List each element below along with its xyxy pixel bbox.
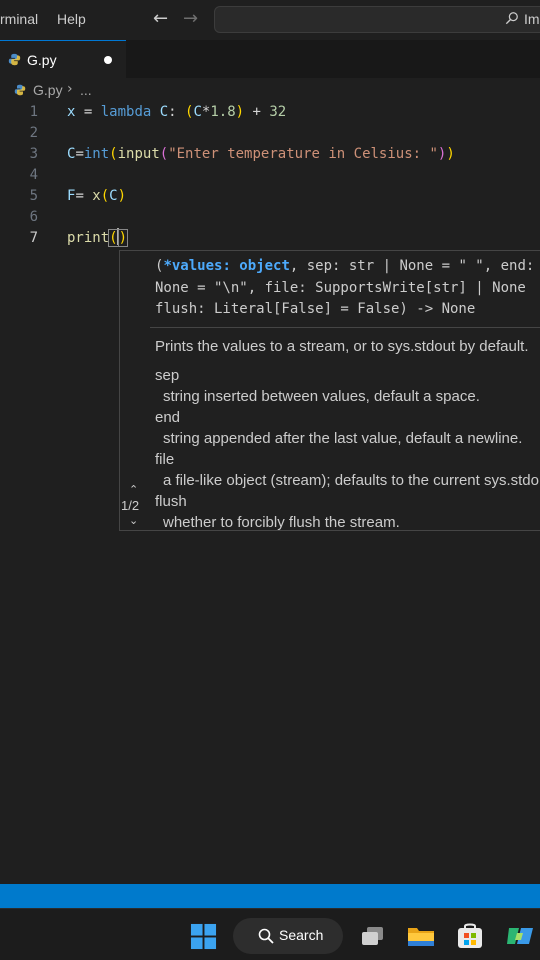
python-file-icon	[14, 84, 26, 96]
tab-bar: G.py	[0, 40, 540, 78]
param-name: sep	[155, 367, 180, 384]
param-name: file	[155, 451, 175, 468]
line-number: 3	[29, 146, 38, 162]
parameter-hint-popup: ⌃ 1/2 ⌄ (*values: object, sep: str | Non…	[119, 250, 540, 531]
code-line[interactable]: 6	[0, 207, 540, 228]
documentation: Prints the values to a stream, or to sys…	[155, 336, 540, 531]
breadcrumb-file[interactable]: G.py	[33, 82, 63, 98]
taskbar: Search	[0, 908, 540, 960]
code-line[interactable]: 1 x = lambda C: (C*1.8) + 32	[0, 102, 540, 123]
signature-line-3: flush: Literal[False] = False) -> None	[155, 301, 476, 317]
line-number: 6	[29, 209, 38, 225]
command-center-search[interactable]: Im	[214, 6, 540, 33]
param-desc: a file-like object (stream); defaults to…	[163, 472, 539, 489]
tab-label: G.py	[27, 52, 57, 68]
chevron-right-icon: ›	[67, 81, 73, 97]
code-line[interactable]: 4	[0, 165, 540, 186]
copilot-icon[interactable]	[505, 922, 535, 950]
forward-arrow-icon[interactable]: →	[183, 8, 198, 29]
doc-summary: Prints the values to a stream, or to sys…	[155, 338, 529, 355]
code-line-text[interactable]: C=int(input("Enter temperature in Celsiu…	[67, 144, 455, 165]
menu-terminal[interactable]: rminal	[0, 11, 38, 27]
microsoft-store-icon[interactable]	[455, 922, 485, 950]
active-parameter: *values: object	[163, 258, 290, 274]
chevron-up-icon[interactable]: ⌃	[129, 483, 138, 496]
windows-start-icon[interactable]	[190, 923, 217, 950]
param-desc: whether to forcibly flush the stream.	[163, 514, 400, 531]
python-file-icon	[8, 53, 21, 66]
title-bar: rminal Help ← → Im	[0, 0, 540, 40]
taskbar-search-button[interactable]: Search	[233, 918, 343, 954]
line-number: 5	[29, 188, 38, 204]
chevron-down-icon[interactable]: ⌄	[129, 514, 138, 527]
param-name: end	[155, 409, 181, 426]
breadcrumb-symbols[interactable]: ...	[80, 82, 92, 98]
signature-line-1-rest: , sep: str | None = " ", end:	[289, 258, 535, 274]
task-view-icon[interactable]	[358, 922, 388, 950]
taskbar-search-label: Search	[279, 927, 324, 943]
code-line-text[interactable]: F= x(C)	[67, 186, 126, 207]
line-number: 2	[29, 125, 38, 141]
code-line-text[interactable]: print()	[67, 228, 129, 249]
divider	[150, 327, 540, 328]
line-number: 1	[29, 104, 38, 120]
code-line[interactable]: 7 print()	[0, 228, 540, 249]
line-number: 7	[29, 230, 38, 246]
code-line[interactable]: 3 C=int(input("Enter temperature in Cels…	[0, 144, 540, 165]
unsaved-dot-icon[interactable]	[104, 56, 112, 64]
search-icon	[258, 928, 274, 944]
search-icon	[505, 12, 518, 25]
code-line-text[interactable]: x = lambda C: (C*1.8) + 32	[67, 102, 286, 123]
param-desc: string inserted between values, default …	[163, 388, 480, 405]
file-explorer-icon[interactable]	[406, 922, 436, 950]
line-number: 4	[29, 167, 38, 183]
breadcrumb: G.py › ...	[0, 80, 540, 102]
signature-line-2: None = "\n", file: SupportsWrite[str] | …	[155, 279, 526, 296]
back-arrow-icon[interactable]: ←	[153, 8, 168, 29]
overload-counter: 1/2	[121, 498, 140, 513]
status-bar	[0, 884, 540, 908]
search-text: Im	[524, 11, 540, 27]
code-line[interactable]: 5 F= x(C)	[0, 186, 540, 207]
menu-help[interactable]: Help	[57, 11, 86, 27]
code-line[interactable]: 2	[0, 123, 540, 144]
tab-g-py[interactable]: G.py	[0, 40, 126, 78]
param-name: flush	[155, 493, 187, 510]
param-desc: string appended after the last value, de…	[163, 430, 523, 447]
overload-navigator: ⌃ 1/2 ⌄	[120, 251, 150, 530]
function-signature: (*values: object, sep: str | None = " ",…	[155, 256, 540, 321]
